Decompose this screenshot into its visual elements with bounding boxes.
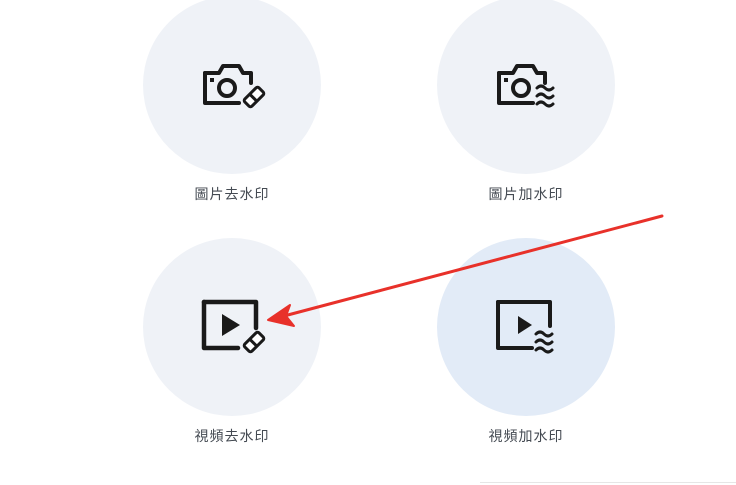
tool-label: 視頻去水印 [194, 429, 270, 445]
image-remove-watermark-button[interactable]: 圖片去水印 [142, 0, 322, 204]
tool-label: 圖片去水印 [194, 187, 270, 203]
tool-label: 圖片加水印 [488, 187, 564, 203]
video-eraser-icon [194, 296, 270, 358]
photo-eraser-icon [197, 55, 267, 115]
annotation-arrow [267, 214, 664, 327]
tool-circle [143, 0, 321, 174]
tool-circle [143, 238, 321, 416]
video-remove-watermark-button[interactable]: 視頻去水印 [142, 238, 322, 446]
video-watermark-icon [488, 296, 564, 358]
tool-circle [437, 0, 615, 174]
tool-label: 視頻加水印 [488, 429, 564, 445]
divider [480, 482, 736, 483]
video-add-watermark-button[interactable]: 視頻加水印 [436, 238, 616, 446]
image-add-watermark-button[interactable]: 圖片加水印 [436, 0, 616, 204]
tool-circle [437, 238, 615, 416]
photo-watermark-icon [491, 55, 561, 115]
watermark-tools-grid: 圖片去水印 圖片加水印 視頻去水印 視頻加水印 [0, 0, 736, 485]
